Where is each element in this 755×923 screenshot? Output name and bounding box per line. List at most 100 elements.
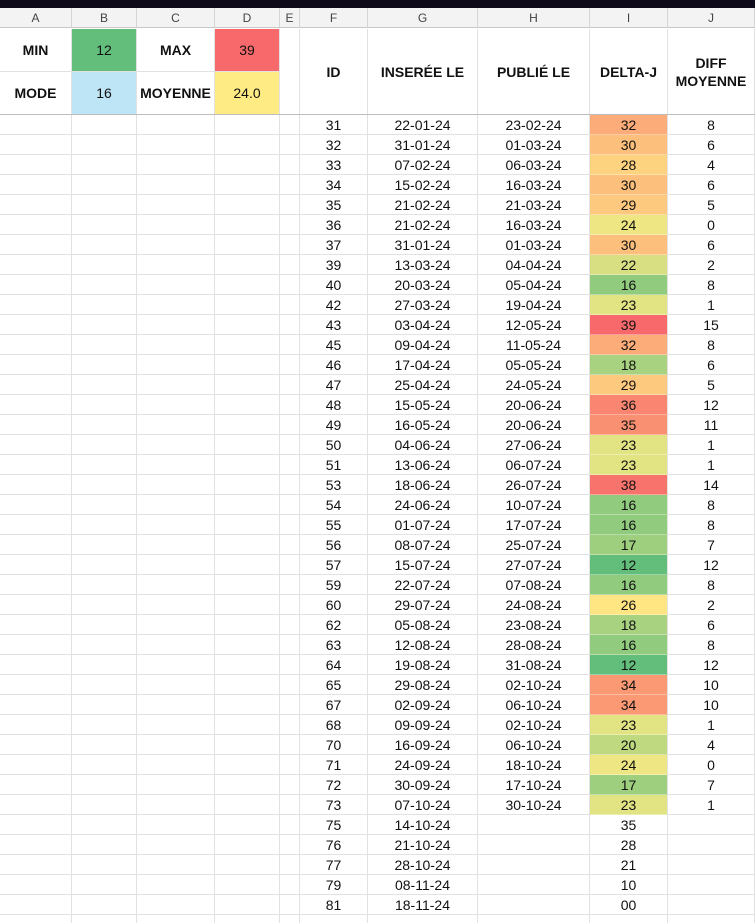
cell-published[interactable]: 05-04-24 [478, 275, 590, 295]
cell-b-empty[interactable] [72, 915, 137, 923]
cell-id[interactable]: 43 [300, 315, 368, 335]
cell-b[interactable] [72, 535, 137, 555]
cell-b[interactable] [72, 455, 137, 475]
cell-id[interactable]: 34 [300, 175, 368, 195]
cell-published[interactable]: 27-07-24 [478, 555, 590, 575]
cell-d[interactable] [215, 575, 280, 595]
cell-c[interactable] [137, 595, 215, 615]
header-diff-moyenne[interactable]: DIFF MOYENNE [668, 29, 755, 115]
cell-a[interactable] [0, 135, 72, 155]
cell-delta[interactable]: 30 [590, 235, 668, 255]
cell-d[interactable] [215, 315, 280, 335]
cell-b[interactable] [72, 595, 137, 615]
cell-a[interactable] [0, 735, 72, 755]
cell-inserted[interactable]: 18-06-24 [368, 475, 478, 495]
cell-inserted[interactable]: 30-09-24 [368, 775, 478, 795]
cell-diff[interactable] [668, 835, 755, 855]
cell-e-empty[interactable] [280, 915, 300, 923]
cell-d[interactable] [215, 655, 280, 675]
cell-d[interactable] [215, 715, 280, 735]
cell-e[interactable] [280, 475, 300, 495]
cell-d[interactable] [215, 515, 280, 535]
column-header-c[interactable]: C [137, 8, 215, 28]
cell-b[interactable] [72, 815, 137, 835]
cell-published[interactable]: 16-03-24 [478, 175, 590, 195]
cell-delta[interactable]: 00 [590, 895, 668, 915]
cell-delta[interactable]: 23 [590, 435, 668, 455]
cell-c[interactable] [137, 735, 215, 755]
cell-published[interactable]: 28-08-24 [478, 635, 590, 655]
cell-a[interactable] [0, 535, 72, 555]
cell-delta[interactable]: 34 [590, 675, 668, 695]
cell-a[interactable] [0, 675, 72, 695]
cell-d[interactable] [215, 815, 280, 835]
cell-id[interactable]: 35 [300, 195, 368, 215]
cell-diff[interactable]: 1 [668, 295, 755, 315]
cell-a[interactable] [0, 775, 72, 795]
cell-a[interactable] [0, 595, 72, 615]
cell-c[interactable] [137, 455, 215, 475]
cell-published-empty[interactable] [478, 915, 590, 923]
cell-a[interactable] [0, 555, 72, 575]
cell-delta[interactable]: 24 [590, 755, 668, 775]
cell-published[interactable]: 24-05-24 [478, 375, 590, 395]
cell-delta[interactable]: 35 [590, 815, 668, 835]
cell-inserted[interactable]: 05-08-24 [368, 615, 478, 635]
cell-delta[interactable]: 23 [590, 795, 668, 815]
cell-a-empty[interactable] [0, 915, 72, 923]
cell-e[interactable] [280, 675, 300, 695]
cell-e[interactable] [280, 235, 300, 255]
cell-delta[interactable]: 16 [590, 495, 668, 515]
cell-c[interactable] [137, 435, 215, 455]
column-header-e[interactable]: E [280, 8, 300, 28]
cell-e[interactable] [280, 255, 300, 275]
cell-diff[interactable]: 6 [668, 355, 755, 375]
cell-c[interactable] [137, 715, 215, 735]
cell-delta[interactable]: 39 [590, 315, 668, 335]
cell-d[interactable] [215, 235, 280, 255]
cell-a[interactable] [0, 335, 72, 355]
cell-c[interactable] [137, 335, 215, 355]
cell-id[interactable]: 54 [300, 495, 368, 515]
cell-d[interactable] [215, 535, 280, 555]
cell-inserted[interactable]: 21-10-24 [368, 835, 478, 855]
cell-delta[interactable]: 32 [590, 335, 668, 355]
cell-e[interactable] [280, 795, 300, 815]
cell-d[interactable] [215, 175, 280, 195]
cell-id[interactable]: 33 [300, 155, 368, 175]
cell-a[interactable] [0, 195, 72, 215]
cell-id[interactable]: 47 [300, 375, 368, 395]
cell-b[interactable] [72, 715, 137, 735]
cell-id[interactable]: 67 [300, 695, 368, 715]
cell-b[interactable] [72, 855, 137, 875]
cell-e[interactable] [280, 615, 300, 635]
cell-diff-empty[interactable] [668, 915, 755, 923]
cell-id[interactable]: 75 [300, 815, 368, 835]
cell-id[interactable]: 73 [300, 795, 368, 815]
cell-published[interactable]: 31-08-24 [478, 655, 590, 675]
cell-published[interactable]: 02-10-24 [478, 675, 590, 695]
cell-c[interactable] [137, 775, 215, 795]
cell-diff[interactable]: 6 [668, 135, 755, 155]
cell-b[interactable] [72, 655, 137, 675]
cell-e[interactable] [280, 715, 300, 735]
cell-c[interactable] [137, 575, 215, 595]
cell-e[interactable] [280, 855, 300, 875]
cell-c[interactable] [137, 275, 215, 295]
column-header-h[interactable]: H [478, 8, 590, 28]
cell-inserted[interactable]: 09-04-24 [368, 335, 478, 355]
column-header-i[interactable]: I [590, 8, 668, 28]
cell-a[interactable] [0, 215, 72, 235]
header-published[interactable]: PUBLIÉ LE [478, 29, 590, 115]
cell-d[interactable] [215, 855, 280, 875]
cell-id[interactable]: 62 [300, 615, 368, 635]
cell-a[interactable] [0, 895, 72, 915]
cell-diff[interactable]: 1 [668, 715, 755, 735]
cell-id[interactable]: 63 [300, 635, 368, 655]
cell-d[interactable] [215, 615, 280, 635]
cell-inserted[interactable]: 16-05-24 [368, 415, 478, 435]
cell-diff[interactable]: 7 [668, 775, 755, 795]
cell-id[interactable]: 77 [300, 855, 368, 875]
cell-delta[interactable]: 36 [590, 395, 668, 415]
cell-diff[interactable]: 10 [668, 675, 755, 695]
